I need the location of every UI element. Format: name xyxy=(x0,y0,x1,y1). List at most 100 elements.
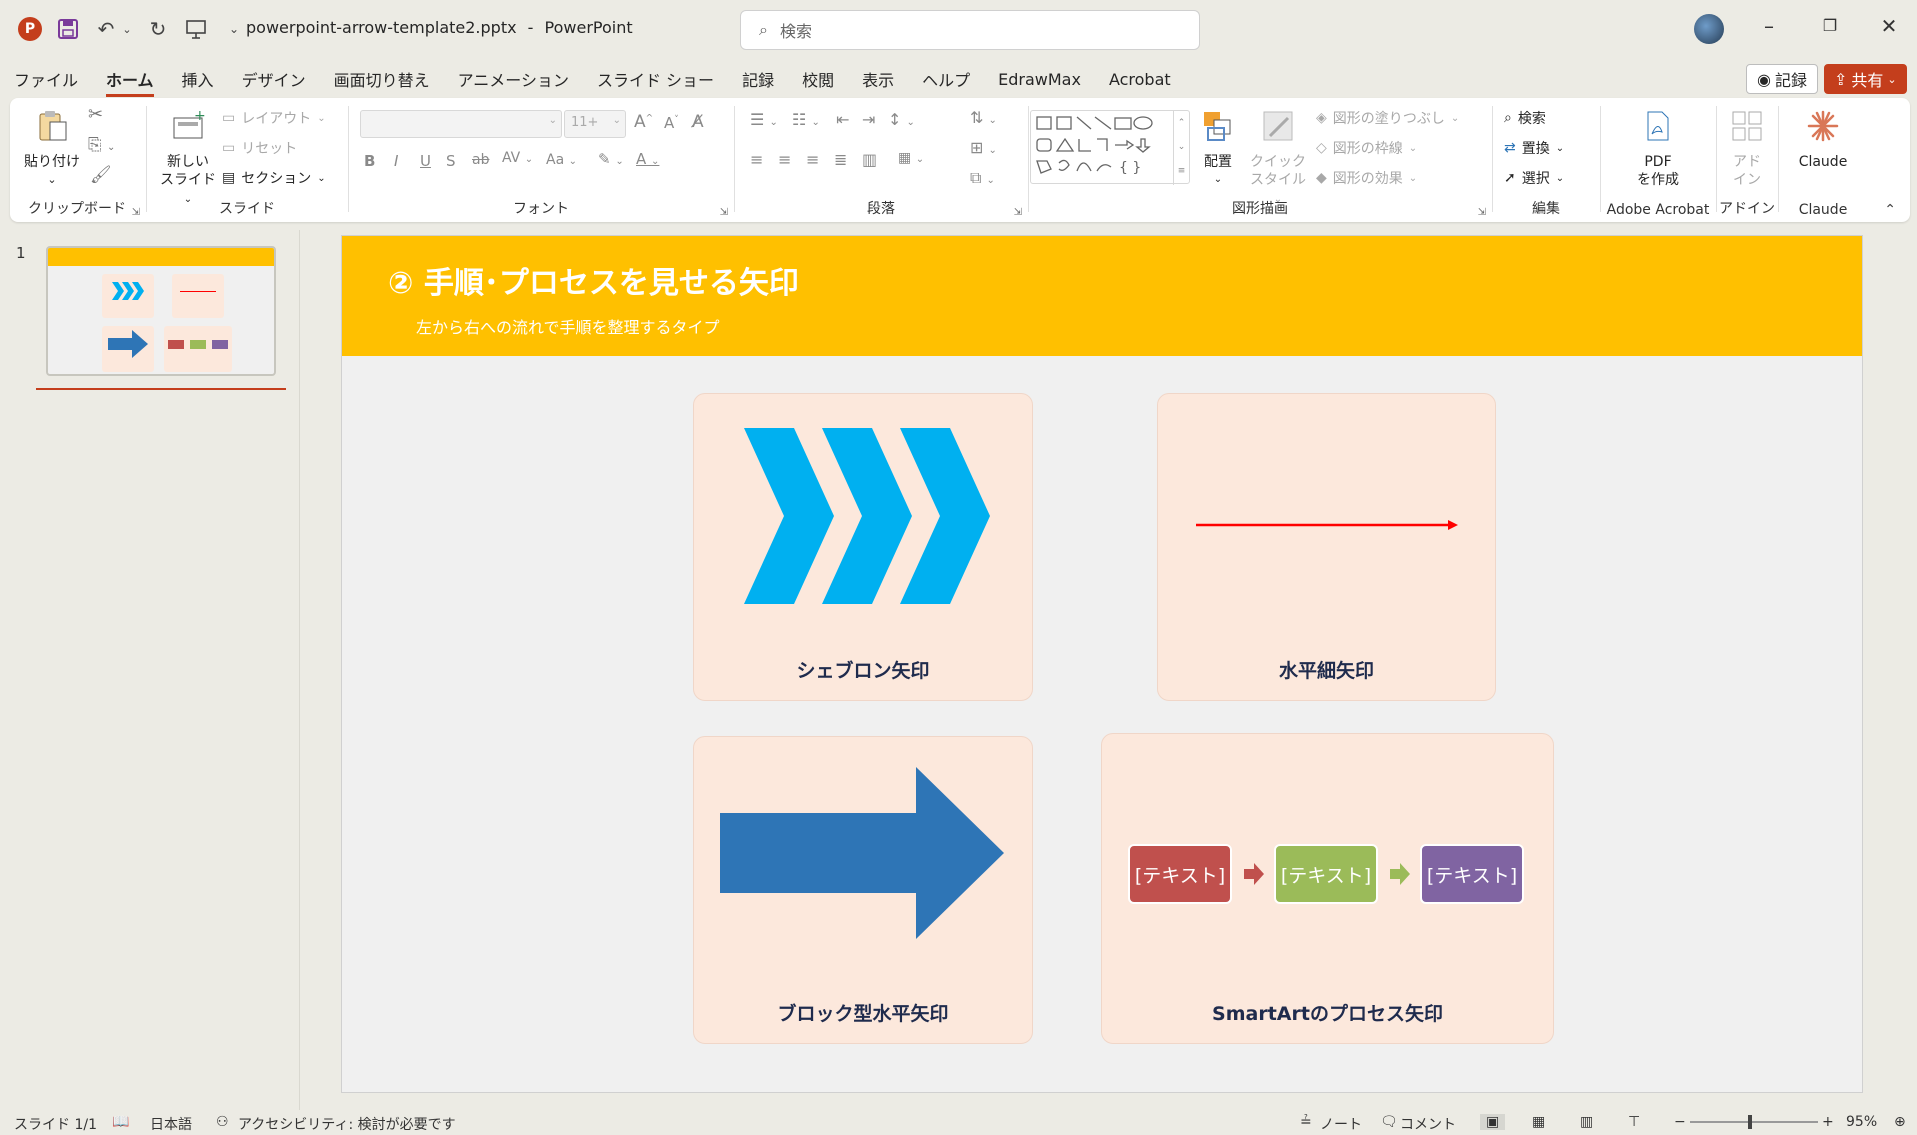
create-pdf-button[interactable]: PDF を作成 xyxy=(1628,108,1688,189)
search-input[interactable]: ⌕ 検索 xyxy=(740,10,1200,50)
underline-icon[interactable]: U xyxy=(420,152,431,170)
tab-acrobat[interactable]: Acrobat xyxy=(1109,70,1171,89)
cut-icon[interactable]: ✂ xyxy=(88,106,103,124)
comments-button[interactable]: コメント xyxy=(1400,1114,1456,1134)
slide-thumbnail[interactable] xyxy=(46,246,276,376)
tab-help[interactable]: ヘルプ xyxy=(922,67,970,91)
justify-icon[interactable]: ≣ xyxy=(834,150,847,169)
close-button[interactable]: ✕ xyxy=(1874,14,1904,38)
font-color-icon[interactable]: A ⌄ xyxy=(636,150,659,168)
shapes-gallery[interactable]: { } ⌃ ⌄ ≡ xyxy=(1030,110,1190,185)
increase-indent-icon[interactable]: ⇥ xyxy=(862,110,875,129)
smartart-step-2[interactable]: [テキスト] xyxy=(1274,844,1378,904)
numbering-icon[interactable]: ☷ ⌄ xyxy=(792,110,820,129)
slide-sorter-icon[interactable]: ▦ xyxy=(1532,1114,1545,1130)
slide-canvas[interactable]: ② 手順･プロセスを見せる矢印 左から右への流れで手順を整理するタイプ シェブロ… xyxy=(341,235,1863,1093)
user-avatar[interactable] xyxy=(1694,14,1724,44)
copy-icon[interactable]: ⎘ ⌄ xyxy=(88,136,115,157)
zoom-level[interactable]: 95% xyxy=(1846,1114,1877,1130)
zoom-out-icon[interactable]: − xyxy=(1674,1114,1686,1130)
reading-view-icon[interactable]: ▥ xyxy=(1580,1114,1593,1130)
notes-button[interactable]: ノート xyxy=(1320,1114,1362,1134)
tab-review[interactable]: 校閲 xyxy=(802,67,834,91)
layout-button[interactable]: ▭ レイアウト ⌄ xyxy=(222,108,326,128)
text-direction-icon[interactable]: ⇅ ⌄ xyxy=(970,108,997,127)
paragraph-dialog-launcher-icon[interactable]: ⇲ xyxy=(1014,207,1022,218)
slide-subtitle[interactable]: 左から右への流れで手順を整理するタイプ xyxy=(416,314,720,338)
spelling-check-icon[interactable]: 📖 xyxy=(112,1114,129,1130)
fit-to-window-icon[interactable]: ⊕ xyxy=(1894,1114,1906,1130)
thin-arrow-card[interactable]: 水平細矢印 xyxy=(1157,393,1496,701)
share-button[interactable]: ⇪ 共有 ⌄ xyxy=(1824,64,1907,94)
shape-fill-button[interactable]: ◈ 図形の塗りつぶし ⌄ xyxy=(1316,108,1459,128)
customize-toolbar-icon[interactable]: ⌄ xyxy=(222,17,246,41)
slideshow-view-icon[interactable]: ⊤ xyxy=(1628,1114,1640,1130)
addins-button[interactable]: アド イン xyxy=(1726,108,1768,189)
restore-button[interactable]: ❐ xyxy=(1815,16,1845,35)
tab-home[interactable]: ホーム xyxy=(106,67,154,97)
align-text-icon[interactable]: ⊞ ⌄ xyxy=(970,138,997,157)
save-icon[interactable] xyxy=(56,17,80,41)
redo-icon[interactable]: ↻ xyxy=(146,17,170,41)
shadow-icon[interactable]: S xyxy=(446,152,456,170)
tab-animations[interactable]: アニメーション xyxy=(458,67,569,91)
tab-view[interactable]: 表示 xyxy=(862,67,894,91)
clipboard-dialog-launcher-icon[interactable]: ⇲ xyxy=(132,207,140,218)
block-arrow-shape[interactable] xyxy=(694,767,1034,967)
smartart-process-card[interactable]: [テキスト] [テキスト] [テキスト] SmartArtのプロセス矢印 xyxy=(1101,733,1554,1044)
character-spacing-icon[interactable]: AV ⌄ xyxy=(502,150,533,166)
shape-effects-button[interactable]: ◆ 図形の効果 ⌄ xyxy=(1316,168,1417,188)
reset-button[interactable]: ▭ リセット xyxy=(222,138,297,158)
new-slide-button[interactable]: + 新しい スライド ⌄ xyxy=(158,108,218,209)
font-size-select[interactable]: 11+ ⌄ xyxy=(564,110,626,138)
paste-button[interactable]: 貼り付け ⌄ xyxy=(24,108,80,189)
undo-dropdown-icon[interactable]: ⌄ xyxy=(122,17,132,41)
tab-file[interactable]: ファイル xyxy=(14,67,78,91)
arrange-button[interactable]: 配置 ⌄ xyxy=(1196,108,1240,189)
slide-title[interactable]: ② 手順･プロセスを見せる矢印 xyxy=(388,258,799,302)
columns-icon[interactable]: ▦ ⌄ xyxy=(898,150,924,166)
find-button[interactable]: ⌕ 検索 xyxy=(1504,108,1546,128)
zoom-slider[interactable] xyxy=(1690,1121,1818,1123)
claude-button[interactable]: Claude xyxy=(1788,108,1858,171)
block-arrow-card[interactable]: ブロック型水平矢印 xyxy=(693,736,1033,1044)
italic-icon[interactable]: I xyxy=(394,152,398,170)
language-indicator[interactable]: 日本語 xyxy=(150,1114,192,1134)
tab-transitions[interactable]: 画面切り替え xyxy=(334,67,430,91)
quick-styles-button[interactable]: クイック スタイル ⌄ xyxy=(1248,108,1308,209)
thin-arrow-shape[interactable] xyxy=(1158,505,1497,545)
shape-outline-button[interactable]: ◇ 図形の枠線 ⌄ xyxy=(1316,138,1417,158)
align-left-icon[interactable]: ≡ xyxy=(750,150,763,169)
tab-slideshow[interactable]: スライド ショー xyxy=(597,67,714,91)
chevron-arrow-shape[interactable] xyxy=(694,414,1034,644)
drawing-dialog-launcher-icon[interactable]: ⇲ xyxy=(1478,207,1486,218)
highlight-icon[interactable]: ✎ ⌄ xyxy=(598,150,624,168)
tab-design[interactable]: デザイン xyxy=(242,67,306,91)
increase-font-icon[interactable]: A^ xyxy=(634,112,653,132)
bold-icon[interactable]: B xyxy=(364,152,375,170)
undo-icon[interactable]: ↶ xyxy=(94,17,118,41)
decrease-indent-icon[interactable]: ⇤ xyxy=(836,110,849,129)
font-dialog-launcher-icon[interactable]: ⇲ xyxy=(720,207,728,218)
tab-insert[interactable]: 挿入 xyxy=(182,67,214,91)
smartart-convert-icon[interactable]: ⧉ ⌄ xyxy=(970,168,995,188)
accessibility-status[interactable]: アクセシビリティ: 検討が必要です xyxy=(238,1114,456,1134)
minimize-button[interactable]: – xyxy=(1754,14,1784,38)
decrease-font-icon[interactable]: A˅ xyxy=(664,114,679,132)
normal-view-icon[interactable]: ▣ xyxy=(1480,1114,1506,1130)
change-case-icon[interactable]: Aa ⌄ xyxy=(546,152,577,168)
distributed-icon[interactable]: ▥ xyxy=(862,150,877,169)
bullets-icon[interactable]: ☰ ⌄ xyxy=(750,110,778,129)
section-button[interactable]: ▤ セクション ⌄ xyxy=(222,168,326,188)
replace-button[interactable]: ⇄ 置換 ⌄ xyxy=(1504,138,1564,158)
start-slideshow-icon[interactable] xyxy=(184,17,208,41)
smartart-step-1[interactable]: [テキスト] xyxy=(1128,844,1232,904)
chevron-arrow-card[interactable]: シェブロン矢印 xyxy=(693,393,1033,701)
smartart-step-3[interactable]: [テキスト] xyxy=(1420,844,1524,904)
zoom-slider-thumb[interactable] xyxy=(1748,1115,1752,1129)
collapse-ribbon-icon[interactable]: ⌃ xyxy=(1884,202,1896,218)
line-spacing-icon[interactable]: ↕ ⌄ xyxy=(888,110,915,129)
tab-record[interactable]: 記録 xyxy=(742,67,774,91)
format-painter-icon[interactable]: 🖌 xyxy=(90,166,112,184)
align-right-icon[interactable]: ≡ xyxy=(806,150,819,169)
